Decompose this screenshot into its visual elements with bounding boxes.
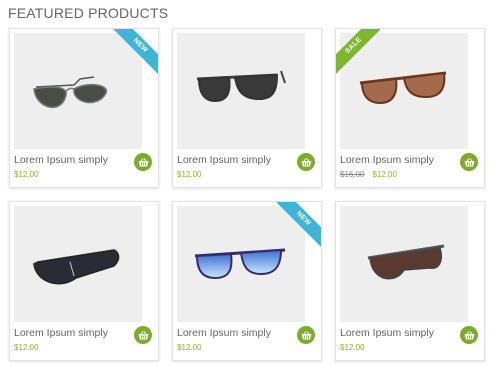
product-image[interactable] <box>177 206 305 322</box>
product-card[interactable]: Lorem Ipsum simply $12.00 <box>9 201 159 361</box>
shopping-basket-icon <box>301 157 311 166</box>
shopping-basket-icon <box>464 157 474 166</box>
product-price: $12.00 <box>340 343 365 352</box>
product-image[interactable] <box>14 206 142 322</box>
product-name[interactable]: Lorem Ipsum simply <box>177 154 271 166</box>
add-to-cart-button[interactable] <box>134 153 152 171</box>
add-to-cart-button[interactable] <box>460 326 478 344</box>
product-image[interactable] <box>177 33 305 149</box>
product-price: $12.00 <box>14 170 39 179</box>
product-name[interactable]: Lorem Ipsum simply <box>177 327 271 339</box>
add-to-cart-button[interactable] <box>134 326 152 344</box>
add-to-cart-button[interactable] <box>460 153 478 171</box>
product-card[interactable]: Lorem Ipsum simply $12.00 <box>335 201 485 361</box>
shopping-basket-icon <box>138 330 148 339</box>
product-name[interactable]: Lorem Ipsum simply <box>14 327 108 339</box>
add-to-cart-button[interactable] <box>297 326 315 344</box>
shopping-basket-icon <box>138 157 148 166</box>
product-card[interactable]: NEW Lorem Ipsum simply $12.00 <box>172 201 322 361</box>
product-card[interactable]: Lorem Ipsum simply $12.00 <box>172 28 322 188</box>
product-price: $12.00 <box>177 170 202 179</box>
product-price: $16.00 $12.00 <box>340 170 397 179</box>
product-card[interactable]: SALE Lorem Ipsum simply $16.00 $12.00 <box>335 28 485 188</box>
section-title: FEATURED PRODUCTS <box>8 5 169 21</box>
product-image[interactable] <box>14 33 142 149</box>
product-price: $12.00 <box>177 343 202 352</box>
old-price: $16.00 <box>340 170 365 179</box>
shopping-basket-icon <box>464 330 474 339</box>
product-name[interactable]: Lorem Ipsum simply <box>14 154 108 166</box>
product-card[interactable]: NEW Lorem Ipsum simply $12.00 <box>9 28 159 188</box>
product-name[interactable]: Lorem Ipsum simply <box>340 327 434 339</box>
product-name[interactable]: Lorem Ipsum simply <box>340 154 434 166</box>
add-to-cart-button[interactable] <box>297 153 315 171</box>
product-image[interactable] <box>340 206 468 322</box>
product-price: $12.00 <box>14 343 39 352</box>
shopping-basket-icon <box>301 330 311 339</box>
